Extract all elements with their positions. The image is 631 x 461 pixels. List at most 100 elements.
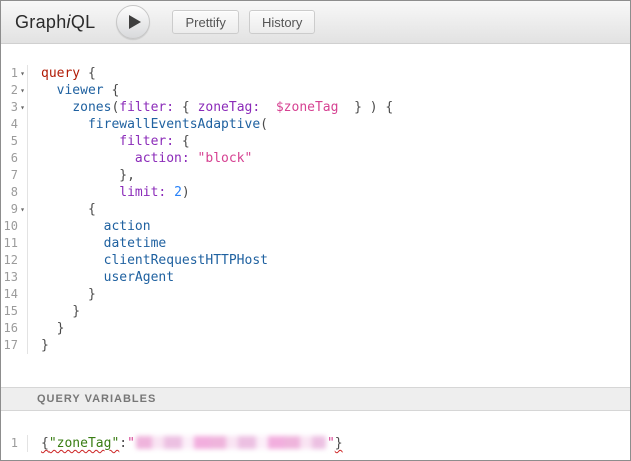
code-line-8[interactable]: 8 limit: 2)	[1, 184, 630, 201]
code-token: }	[41, 287, 96, 302]
code-line-content: zones(filter: { zoneTag: $zoneTag } ) {	[28, 99, 393, 116]
code-line-10[interactable]: 10 action	[1, 218, 630, 235]
code-token: "	[327, 436, 335, 451]
code-line-2[interactable]: 2▾ viewer {	[1, 82, 630, 99]
fold-arrow-icon[interactable]: ▾	[18, 82, 27, 99]
code-line-4[interactable]: 4 firewallEventsAdaptive(	[1, 116, 630, 133]
query-variables-header[interactable]: QUERY VARIABLES	[1, 387, 630, 411]
code-line-15[interactable]: 15 }	[1, 303, 630, 320]
code-line-14[interactable]: 14 }	[1, 286, 630, 303]
code-line-7[interactable]: 7 },	[1, 167, 630, 184]
line-number: 16	[1, 320, 18, 337]
gutter: 10	[1, 218, 28, 235]
line-number: 10	[1, 218, 18, 235]
gutter: 12	[1, 252, 28, 269]
code-token: {	[80, 66, 96, 81]
query-editor[interactable]: 1▾query {2▾ viewer {3▾ zones(filter: { z…	[1, 44, 630, 387]
code-token: }	[335, 436, 343, 451]
variables-editor[interactable]: 1{"zoneTag":""}	[1, 411, 630, 460]
code-line-12[interactable]: 12 clientRequestHTTPHost	[1, 252, 630, 269]
code-token	[41, 219, 104, 234]
code-token	[41, 151, 135, 166]
code-line-content: }	[28, 303, 80, 320]
code-line-1[interactable]: 1▾ query {	[1, 65, 630, 82]
gutter: 17	[1, 337, 28, 354]
code-line-5[interactable]: 5 filter: {	[1, 133, 630, 150]
code-token: zoneTag:	[198, 100, 261, 115]
prettify-button[interactable]: Prettify	[172, 10, 238, 34]
code-line-9[interactable]: 9▾ {	[1, 201, 630, 218]
gutter: 6	[1, 150, 28, 167]
code-token: }	[41, 338, 49, 353]
line-number: 7	[1, 167, 18, 184]
code-line-content: firewallEventsAdaptive(	[28, 116, 268, 133]
code-line-17[interactable]: 17}	[1, 337, 630, 354]
line-number: 1	[1, 65, 18, 82]
graphiql-window: GraphiQL Prettify History 1▾query {2▾ vi…	[0, 0, 631, 461]
execute-button[interactable]	[116, 5, 150, 39]
code-token: query	[41, 66, 80, 81]
fold-arrow-icon[interactable]: ▾	[18, 201, 27, 218]
code-line-11[interactable]: 11 datetime	[1, 235, 630, 252]
line-number: 14	[1, 286, 18, 303]
code-line-content: action	[28, 218, 151, 235]
code-token: userAgent	[104, 270, 174, 285]
code-token: limit:	[119, 185, 166, 200]
gutter: 14	[1, 286, 28, 303]
code-token	[41, 185, 119, 200]
line-number: 17	[1, 337, 18, 354]
code-line-content: }	[28, 320, 64, 337]
code-token: {	[174, 134, 190, 149]
code-token: filter:	[119, 100, 174, 115]
gutter: 9▾	[1, 201, 28, 218]
code-token	[41, 253, 104, 268]
query-variables-title: QUERY VARIABLES	[37, 393, 156, 405]
code-line-13[interactable]: 13 userAgent	[1, 269, 630, 286]
zone-id-redacted-blur	[136, 436, 326, 449]
code-token	[41, 270, 104, 285]
code-token	[41, 100, 72, 115]
code-token: viewer	[57, 83, 104, 98]
code-token	[260, 100, 276, 115]
fold-arrow-icon[interactable]: ▾	[18, 99, 27, 116]
gutter: 16	[1, 320, 28, 337]
code-line-content: clientRequestHTTPHost	[28, 252, 268, 269]
line-number: 13	[1, 269, 18, 286]
fold-spacer	[18, 150, 27, 167]
code-line-content: limit: 2)	[28, 184, 190, 201]
code-token: 2	[174, 185, 182, 200]
code-token: }	[41, 304, 80, 319]
gutter: 15	[1, 303, 28, 320]
code-line-content: },	[28, 167, 135, 184]
variables-line-1[interactable]: 1{"zoneTag":""}	[1, 435, 630, 452]
code-line-6[interactable]: 6 action: "block"	[1, 150, 630, 167]
code-line-content: viewer {	[28, 82, 119, 99]
code-token: "	[127, 436, 135, 451]
code-line-3[interactable]: 3▾ zones(filter: { zoneTag: $zoneTag } )…	[1, 99, 630, 116]
gutter: 2▾	[1, 82, 28, 99]
code-token: },	[41, 168, 135, 183]
line-number: 2	[1, 82, 18, 99]
fold-spacer	[18, 252, 27, 269]
history-button[interactable]: History	[249, 10, 315, 34]
code-token	[41, 134, 119, 149]
line-number: 5	[1, 133, 18, 150]
fold-arrow-icon[interactable]: ▾	[18, 65, 27, 82]
line-number: 9	[1, 201, 18, 218]
code-line-16[interactable]: 16 }	[1, 320, 630, 337]
code-line-content: datetime	[28, 235, 166, 252]
code-line-content: filter: {	[28, 133, 190, 150]
code-token: filter:	[119, 134, 174, 149]
code-token: zones	[72, 100, 111, 115]
line-number: 12	[1, 252, 18, 269]
graphiql-logo: GraphiQL	[15, 12, 95, 33]
code-token: {	[174, 100, 197, 115]
code-token	[41, 236, 104, 251]
line-number: 11	[1, 235, 18, 252]
variables-line-content: {"zoneTag":""}	[28, 435, 343, 452]
logo-text-graph: Graph	[15, 12, 67, 32]
gutter: 13	[1, 269, 28, 286]
fold-spacer	[18, 320, 27, 337]
gutter: 8	[1, 184, 28, 201]
fold-spacer	[18, 116, 27, 133]
